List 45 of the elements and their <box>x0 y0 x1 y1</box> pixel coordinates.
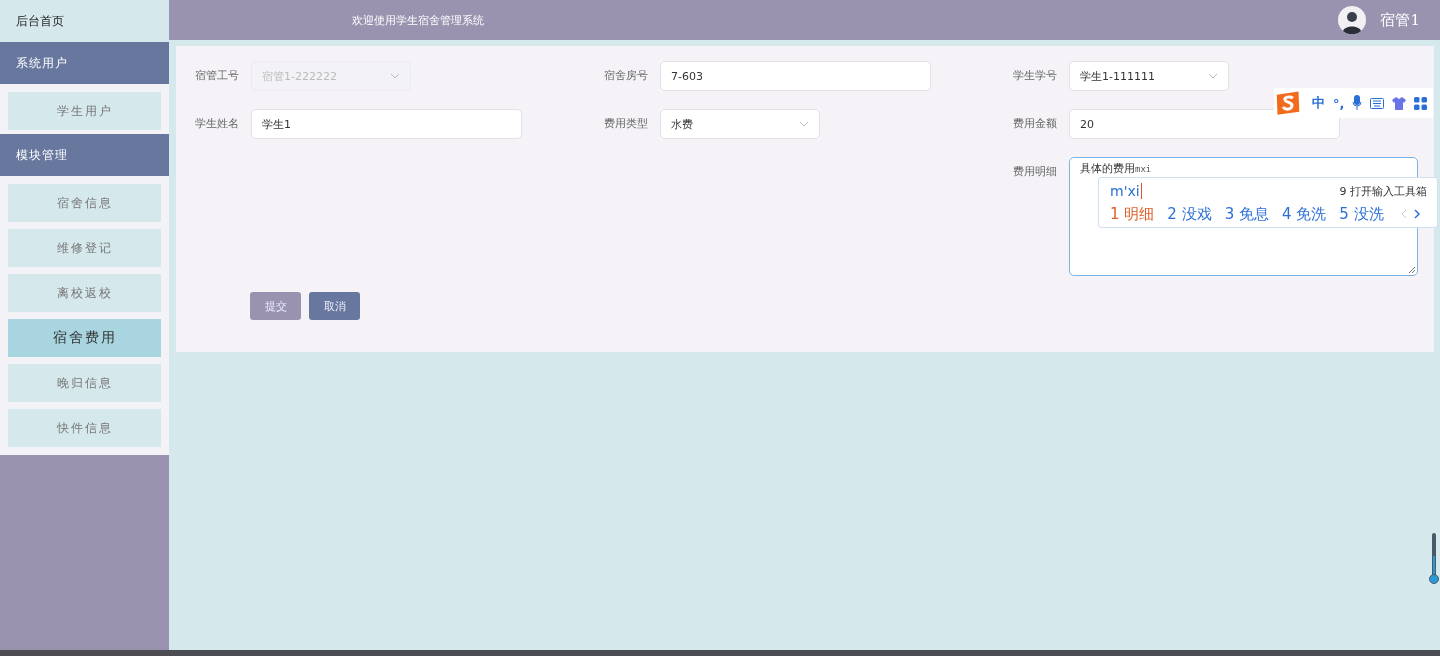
submit-button[interactable]: 提交 <box>250 292 301 320</box>
chevron-down-icon <box>799 121 809 127</box>
thermometer-icon <box>1428 532 1440 586</box>
chevron-down-icon <box>1208 73 1218 79</box>
select-field[interactable]: 学生1-111111 <box>1069 61 1229 91</box>
ime-candidate[interactable]: 2 没戏 <box>1167 204 1212 224</box>
welcome-title: 欢迎使用学生宿舍管理系统 <box>352 12 485 28</box>
input-field[interactable]: 学生1 <box>251 109 522 139</box>
ime-candidate[interactable]: 5 没洗 <box>1339 204 1384 224</box>
chevron-down-icon <box>390 73 400 79</box>
ime-candidate[interactable]: 3 免息 <box>1224 204 1269 224</box>
shirt-icon[interactable] <box>1392 96 1407 110</box>
cancel-button[interactable]: 取消 <box>309 292 360 320</box>
field-label: 宿管工号 <box>195 68 240 84</box>
microphone-icon[interactable] <box>1352 95 1363 111</box>
input-field[interactable]: 7-603 <box>660 61 931 91</box>
sidebar-item[interactable]: 晚归信息 <box>8 364 161 402</box>
resize-handle-icon[interactable] <box>1408 266 1415 273</box>
field-label: 费用明细 <box>1013 164 1058 180</box>
sidebar-item[interactable]: 宿舍信息 <box>8 184 161 222</box>
sidebar-item[interactable]: 离校返校 <box>8 274 161 312</box>
ime-punctuation-toggle[interactable]: °, <box>1333 95 1345 111</box>
user-name[interactable]: 宿管1 <box>1380 10 1420 30</box>
field-label: 费用金额 <box>1013 116 1058 132</box>
apps-grid-icon[interactable] <box>1414 96 1428 110</box>
ime-candidate[interactable]: 1 明细 <box>1110 204 1155 224</box>
ime-candidate[interactable]: 4 免洗 <box>1281 204 1327 224</box>
select-field[interactable]: 水费 <box>660 109 820 139</box>
menu-group-title[interactable]: 系统用户 <box>0 42 169 84</box>
sidebar-item[interactable]: 维修登记 <box>8 229 161 267</box>
keyboard-icon[interactable] <box>1370 97 1385 109</box>
field-label: 学生学号 <box>1013 68 1058 84</box>
sidebar-item[interactable]: 快件信息 <box>8 409 161 447</box>
ime-mode-toggle[interactable]: 中 <box>1312 94 1325 112</box>
ime-composition: m'xi <box>1110 183 1142 199</box>
field-label: 学生姓名 <box>195 116 240 132</box>
menu-group-title[interactable]: 模块管理 <box>0 134 169 176</box>
field-label: 费用类型 <box>604 116 649 132</box>
home-link[interactable]: 后台首页 <box>0 0 169 42</box>
page-next-icon[interactable] <box>1413 209 1420 219</box>
field-label: 宿舍房号 <box>604 68 649 84</box>
avatar-icon[interactable] <box>1338 6 1367 34</box>
sidebar-item[interactable]: 宿舍费用 <box>8 319 161 357</box>
input-field[interactable]: 20 <box>1069 109 1340 139</box>
sidebar-item[interactable]: 学生用户 <box>8 92 161 130</box>
